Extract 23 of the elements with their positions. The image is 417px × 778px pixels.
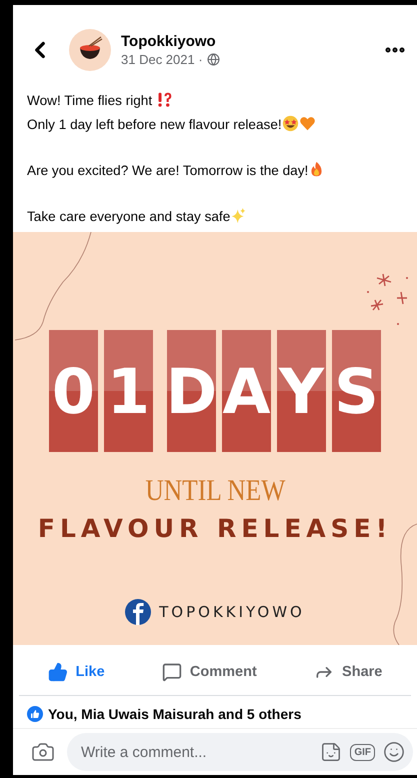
post-text: Wow! Time flies right (27, 92, 154, 108)
graphic-handle: TOPOKKIYOWO (159, 603, 305, 622)
comment-field[interactable]: Write a comment... GIF (67, 733, 413, 772)
post-text: Are you excited? We are! Tomorrow is the day! (27, 162, 308, 178)
counter-tile: 1 (104, 330, 153, 452)
post-text: flavour release! (188, 116, 282, 132)
graphic-headline: FLAVOUR RELEASE! (38, 514, 392, 544)
post-text: Only 1 day left before new (27, 116, 185, 132)
post-text: Take care everyone and stay safe (27, 208, 230, 224)
counter-tile: A (222, 330, 271, 452)
counter-tile: D (167, 330, 216, 452)
share-button[interactable]: Share (306, 658, 390, 686)
graphic-subtitle: UNTIL NEW (145, 474, 285, 508)
reactions-summary[interactable]: You, Mia Uwais Maisurah and 5 others (48, 706, 302, 722)
comment-button[interactable]: Comment (154, 658, 265, 686)
page-name[interactable]: Topokkiyowo (121, 32, 383, 50)
like-button[interactable]: Like (40, 658, 113, 686)
counter-tile: 0 (49, 330, 98, 452)
post-graphic[interactable]: 0 1 DAY S UNTIL NEW FLAVOUR RELEASE! TOPOKKIYOWO (13, 232, 417, 646)
gif-button[interactable]: GIF (350, 744, 375, 761)
post-date: 31 Dec 2021 · (121, 52, 203, 67)
counter-tile: Y (277, 330, 326, 452)
counter-tile: S (332, 330, 381, 452)
